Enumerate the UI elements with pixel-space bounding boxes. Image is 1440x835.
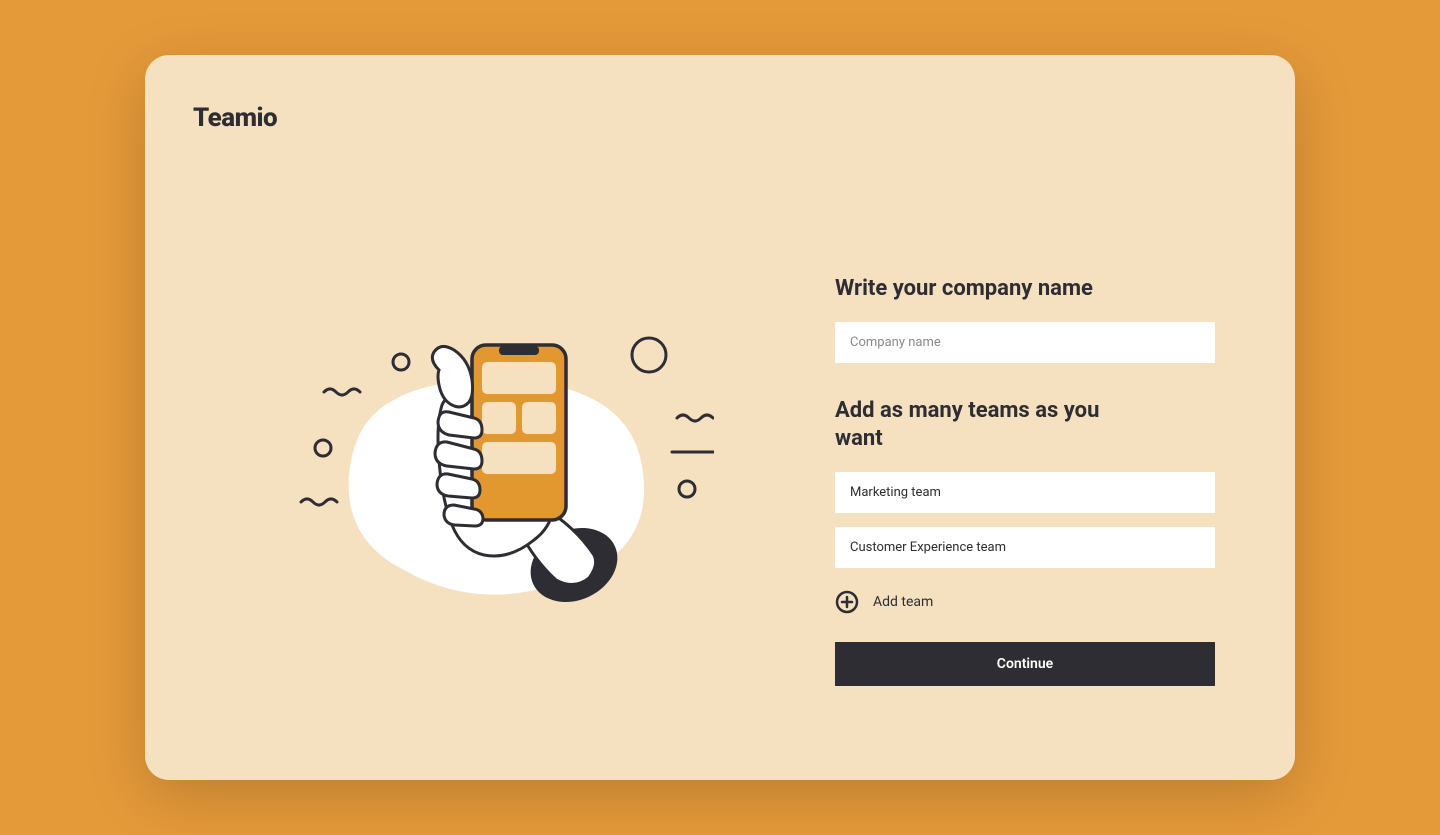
team-name-input[interactable] xyxy=(835,527,1215,568)
team-name-input[interactable] xyxy=(835,472,1215,513)
teams-section-title: Add as many teams as you want xyxy=(835,397,1135,454)
company-section-title: Write your company name xyxy=(835,275,1135,304)
plus-circle-icon xyxy=(835,590,859,614)
add-team-button[interactable]: Add team xyxy=(835,590,1215,614)
continue-button[interactable]: Continue xyxy=(835,642,1215,686)
company-name-input[interactable] xyxy=(835,322,1215,363)
phone-hand-illustration xyxy=(274,260,714,640)
add-team-label: Add team xyxy=(873,594,933,610)
brand-logo: Teamio xyxy=(193,103,1247,133)
onboarding-card: Teamio xyxy=(145,55,1295,780)
form-area: Write your company name Add as many team… xyxy=(835,165,1215,686)
illustration-area xyxy=(193,165,795,734)
content-container: Write your company name Add as many team… xyxy=(193,165,1247,734)
